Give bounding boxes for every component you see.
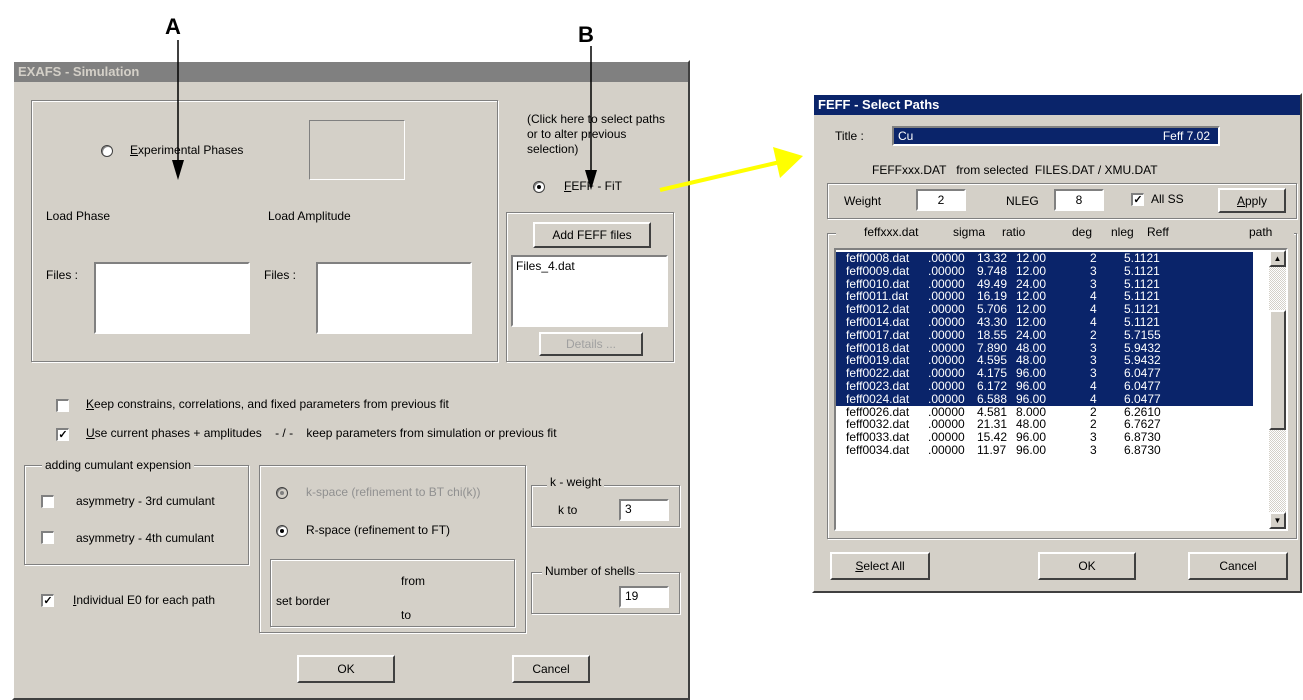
path-cell-ratio: 18.55 (977, 327, 1008, 342)
all-ss-checkbox[interactable]: ✓ (1131, 193, 1144, 206)
all-ss-label: All SS (1151, 192, 1184, 206)
apply-button[interactable]: Apply (1218, 188, 1286, 213)
path-cell-file: feff0008.dat (846, 251, 910, 265)
path-cell-sigma: .00000 (928, 442, 965, 457)
title-value-left: Cu (898, 129, 914, 143)
nleg-input[interactable]: 8 (1054, 189, 1104, 211)
path-row[interactable]: feff0014.dat .00000 43.30 12.00 4 5.1121 (836, 316, 1253, 329)
path-cell-nleg: 2 (1090, 327, 1097, 342)
path-cell-reff: 6.0477 (1124, 378, 1161, 393)
path-cell-deg: 12.00 (1016, 314, 1047, 329)
path-cell-ratio: 11.97 (977, 442, 1007, 457)
title-label: Title : (835, 129, 864, 143)
path-cell-reff: 5.1121 (1124, 314, 1160, 329)
path-cell-sigma: .00000 (928, 327, 965, 342)
path-cell-deg: 96.00 (1016, 442, 1047, 457)
path-cell-file: feff0009.dat (846, 263, 910, 278)
header-nleg: nleg (1111, 225, 1134, 239)
header-deg: deg (1072, 225, 1093, 239)
path-cell-sigma: .00000 (928, 314, 965, 329)
path-row[interactable]: feff0008.dat .00000 13.32 12.00 2 5.1121 (836, 252, 1253, 265)
path-row[interactable]: feff0034.dat .00000 11.97 96.00 3 6.8730 (836, 444, 1253, 457)
scroll-thumb[interactable] (1269, 310, 1286, 430)
paths-rows: feff0008.dat .00000 13.32 12.00 2 5.1121 feff0… (836, 252, 1253, 457)
weight-label: Weight (844, 194, 882, 208)
path-cell-file: feff0017.dat (846, 327, 910, 342)
path-cell-file: feff0024.dat (846, 391, 910, 406)
path-cell-nleg: 4 (1090, 314, 1097, 329)
path-cell-file: feff0014.dat (846, 314, 910, 329)
path-cell-deg: 12.00 (1016, 263, 1047, 278)
path-cell-file: feff0023.dat (846, 378, 910, 393)
weight-input[interactable]: 2 (916, 189, 966, 211)
path-row[interactable]: feff0024.dat .00000 6.588 96.00 4 6.0477 (836, 391, 1253, 406)
vertical-scrollbar[interactable]: ▲ ▼ (1269, 250, 1286, 529)
path-cell-deg: 24.00 (1016, 327, 1047, 342)
path-cell-ratio: 6.588 (977, 391, 1008, 406)
path-cell-nleg: 4 (1090, 391, 1097, 406)
path-cell-ratio: 6.172 (977, 378, 1008, 393)
arrow-b (585, 46, 597, 190)
path-cell-reff: 5.7155 (1124, 327, 1161, 342)
scroll-up-button[interactable]: ▲ (1269, 250, 1286, 267)
path-cell-nleg: 2 (1090, 251, 1097, 265)
path-cell-reff: 6.8730 (1124, 442, 1161, 457)
path-cell-sigma: .00000 (928, 391, 965, 406)
path-cell-ratio: 43.30 (977, 314, 1008, 329)
nleg-label: NLEG (1006, 194, 1039, 208)
path-cell-reff: 5.1121 (1124, 263, 1160, 278)
header-ratio: ratio (1002, 225, 1026, 239)
path-row[interactable]: feff0009.dat .00000 9.748 12.00 3 5.1121 (836, 263, 1253, 278)
feff-subtitle: FEFFxxx.DAT from selected FILES.DAT / XM… (872, 163, 1158, 177)
path-cell-deg: 96.00 (1016, 378, 1047, 393)
path-cell-ratio: 9.748 (977, 263, 1008, 278)
feff-ok-button[interactable]: OK (1038, 552, 1136, 580)
path-row[interactable]: feff0023.dat .00000 6.172 96.00 4 6.0477 (836, 380, 1253, 393)
path-cell-reff: 5.1121 (1124, 251, 1160, 265)
paths-header: feffxxx.dat sigma ratio deg nleg Reff pa… (836, 225, 1294, 241)
feff-title-bar: FEFF - Select Paths (814, 95, 1300, 115)
title-value-right: Feff 7.02 (1162, 129, 1210, 143)
feff-cancel-button[interactable]: Cancel (1188, 552, 1288, 580)
path-cell-file: feff0034.dat (846, 442, 910, 457)
path-cell-nleg: 4 (1090, 378, 1097, 393)
path-cell-nleg: 3 (1090, 263, 1097, 278)
nleg-value: 8 (1075, 193, 1083, 207)
header-file: feffxxx.dat (864, 225, 919, 239)
header-sigma: sigma (953, 225, 986, 239)
arrow-a (172, 40, 184, 180)
paths-list[interactable]: feff0008.dat .00000 13.32 12.00 2 5.1121 feff0… (834, 248, 1288, 531)
yellow-arrow (659, 147, 803, 192)
path-cell-reff: 6.0477 (1124, 391, 1161, 406)
feff-select-paths-dialog: FEFF - Select Paths Title : Cu Feff 7.02… (812, 93, 1302, 593)
path-cell-deg: 12.00 (1016, 251, 1047, 265)
path-cell-sigma: .00000 (928, 251, 965, 265)
path-cell-nleg: 3 (1090, 442, 1097, 457)
select-all-button[interactable]: Select All (830, 552, 930, 580)
header-reff: Reff (1147, 225, 1169, 239)
path-cell-ratio: 13.32 (977, 251, 1008, 265)
path-cell-sigma: .00000 (928, 378, 965, 393)
path-cell-sigma: .00000 (928, 263, 965, 278)
path-cell-deg: 96.00 (1016, 391, 1047, 406)
header-path: path (1249, 225, 1273, 239)
weight-value: 2 (937, 193, 945, 207)
path-row[interactable]: feff0017.dat .00000 18.55 24.00 2 5.7155 (836, 327, 1253, 342)
title-input[interactable]: Cu Feff 7.02 (892, 126, 1220, 146)
scroll-down-button[interactable]: ▼ (1269, 512, 1286, 529)
